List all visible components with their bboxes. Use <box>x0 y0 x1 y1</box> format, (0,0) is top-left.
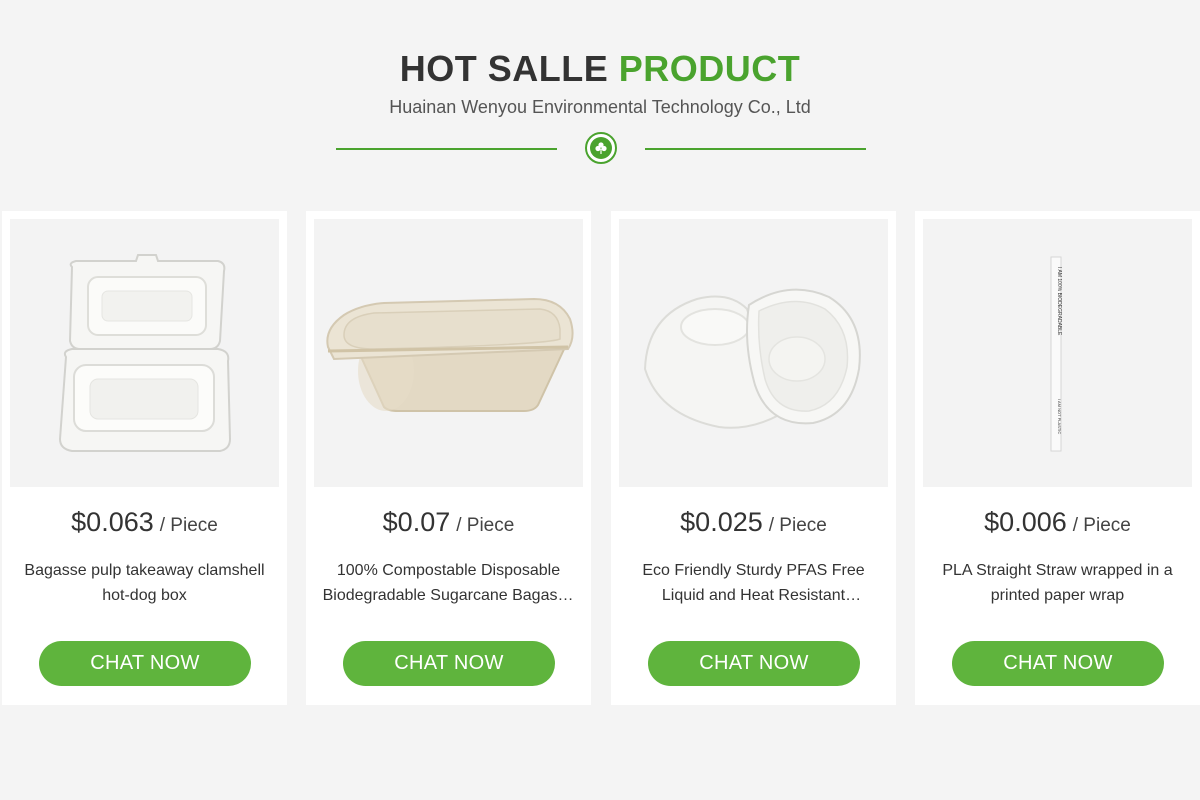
title-main: HOT SALLE <box>399 48 609 89</box>
product-card[interactable]: I AM 100% BIODEGRADABLE I AM NOT PLASTIC… <box>915 211 1200 705</box>
price: $0.07 <box>382 507 451 537</box>
rectangular-container-image[interactable] <box>314 219 583 487</box>
chat-now-button[interactable]: CHAT NOW <box>343 641 555 686</box>
price-unit: / Piece <box>159 515 218 536</box>
section-title: HOT SALLE PRODUCT <box>0 48 1200 90</box>
price: $0.063 <box>71 507 154 537</box>
product-card[interactable]: $0.025/ Piece Eco Friendly Sturdy PFAS F… <box>611 211 896 705</box>
chat-now-button[interactable]: CHAT NOW <box>952 641 1164 686</box>
divider-left <box>336 148 557 150</box>
price: $0.006 <box>984 507 1067 537</box>
price: $0.025 <box>680 507 763 537</box>
product-name[interactable]: Bagasse pulp takeaway clamshell hot-dog … <box>16 558 273 608</box>
price-unit: / Piece <box>768 515 827 536</box>
chat-now-button[interactable]: CHAT NOW <box>39 641 251 686</box>
straw-print-top: I AM 100% BIODEGRADABLE <box>1056 267 1062 336</box>
straw-print-bottom: I AM NOT PLASTIC <box>1057 399 1062 434</box>
leaf-emblem-icon <box>585 132 617 164</box>
product-card[interactable]: $0.063/ Piece Bagasse pulp takeaway clam… <box>2 211 287 705</box>
divider-right <box>645 148 866 150</box>
price-row: $0.07/ Piece <box>306 507 591 538</box>
product-name[interactable]: 100% Compostable Disposable Biodegradabl… <box>320 558 577 608</box>
price-unit: / Piece <box>456 515 515 536</box>
bowls-image[interactable] <box>619 219 888 487</box>
straw-image[interactable]: I AM 100% BIODEGRADABLE I AM NOT PLASTIC <box>923 219 1192 487</box>
price-row: $0.006/ Piece <box>915 507 1200 538</box>
price-row: $0.063/ Piece <box>2 507 287 538</box>
product-name[interactable]: PLA Straight Straw wrapped in a printed … <box>929 558 1186 608</box>
price-row: $0.025/ Piece <box>611 507 896 538</box>
price-unit: / Piece <box>1072 515 1131 536</box>
product-card[interactable]: $0.07/ Piece 100% Compostable Disposable… <box>306 211 591 705</box>
company-subtitle: Huainan Wenyou Environmental Technology … <box>389 97 811 117</box>
clamshell-box-image[interactable] <box>10 219 279 487</box>
product-name[interactable]: Eco Friendly Sturdy PFAS Free Liquid and… <box>625 558 882 608</box>
title-accent: PRODUCT <box>618 48 801 89</box>
chat-now-button[interactable]: CHAT NOW <box>648 641 860 686</box>
